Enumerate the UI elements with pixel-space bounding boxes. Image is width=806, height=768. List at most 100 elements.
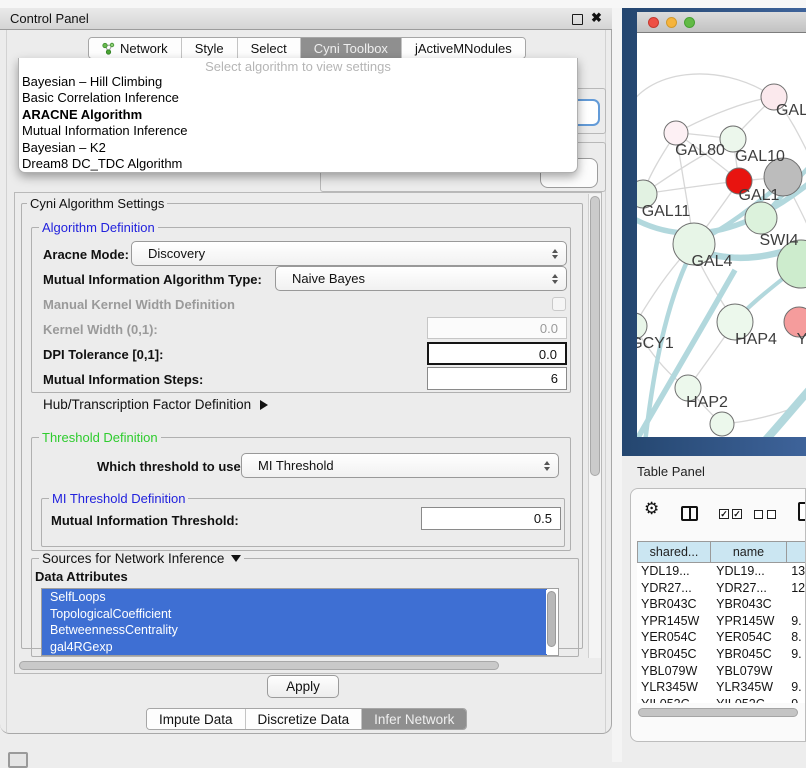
aracne-mode-combo[interactable]: Discovery	[131, 241, 567, 266]
settings-vertical-scrollbar[interactable]	[588, 194, 601, 658]
table-hscrollbar-thumb[interactable]	[638, 708, 798, 717]
table-cell: YBL079W	[710, 663, 785, 680]
tab-label: Impute Data	[159, 712, 233, 727]
which-threshold-value: MI Threshold	[242, 458, 536, 473]
apply-button[interactable]: Apply	[267, 675, 339, 698]
kernel-width-field[interactable]: 0.0	[427, 317, 567, 339]
network-node-label: GAL11	[642, 203, 691, 220]
settings-hscrollbar-thumb[interactable]	[19, 661, 499, 670]
table-cell: YBR045C	[637, 646, 710, 663]
float-window-icon[interactable]	[572, 14, 583, 25]
mi-steps-label: Mutual Information Steps:	[43, 372, 203, 387]
algorithm-option-mutual-information-inference[interactable]: Mutual Information Inference	[19, 123, 577, 139]
mi-type-combo[interactable]: Naive Bayes	[275, 266, 567, 291]
network-node-label: GAL	[776, 102, 806, 119]
which-threshold-combo[interactable]: MI Threshold	[241, 453, 559, 478]
close-icon[interactable]: ✖	[591, 10, 602, 26]
mi-steps-field[interactable]: 6	[427, 367, 567, 390]
network-node-label: GCY1	[637, 335, 674, 352]
cyni-algorithm-settings-label: Cyni Algorithm Settings	[27, 196, 167, 211]
algorithm-definition-label: Algorithm Definition	[39, 220, 158, 235]
combo-stepper-icon[interactable]	[544, 249, 566, 259]
network-edge	[676, 97, 774, 133]
algorithm-dropdown-placeholder: Select algorithm to view settings	[19, 59, 577, 74]
attributes-scrollbar-thumb[interactable]	[547, 591, 556, 647]
table-row[interactable]: YLR345WYLR345W9.	[637, 679, 806, 696]
columns-icon[interactable]	[681, 506, 698, 521]
gear-icon[interactable]: ⚙	[644, 499, 659, 519]
table-row[interactable]: YBR043CYBR043C	[637, 596, 806, 613]
table-row[interactable]: YBR045CYBR045C9.	[637, 646, 806, 663]
table-cell: YLR345W	[710, 679, 785, 696]
hub-definition-expander[interactable]: Hub/Transcription Factor Definition	[43, 397, 268, 412]
network-node-bottom-node[interactable]	[710, 412, 734, 436]
network-graph: GALGAL80GAL10GAL1GAL11SWI4GAL4GCY1HAP4YH…	[637, 33, 806, 437]
tab-discretize-data[interactable]: Discretize Data	[246, 709, 363, 729]
tab-network[interactable]: Network	[89, 38, 182, 58]
table-row[interactable]: YBL079WYBL079W	[637, 663, 806, 680]
table-cell	[785, 596, 806, 613]
table-cell: 8.	[785, 629, 806, 646]
network-node-label: GAL4	[692, 253, 733, 270]
tab-label: Cyni Toolbox	[314, 41, 388, 56]
attribute-item-selfloops[interactable]: SelfLoops	[42, 589, 547, 606]
table-horizontal-scrollbar[interactable]	[637, 707, 806, 719]
table-cell: YER054C	[710, 629, 785, 646]
column-header-cut[interactable]	[787, 541, 806, 563]
close-traffic-light-icon[interactable]	[648, 17, 659, 28]
table-cell: YER054C	[637, 629, 710, 646]
which-threshold-label: Which threshold to use:	[97, 459, 245, 474]
table-row[interactable]: YPR145WYPR145W9.	[637, 613, 806, 630]
zoom-traffic-light-icon[interactable]	[684, 17, 695, 28]
table-cell: YIL052C	[710, 696, 785, 703]
table-row[interactable]: YDL19...YDL19...13	[637, 563, 806, 580]
column-header-name[interactable]: name	[711, 541, 787, 563]
expand-right-icon	[260, 400, 268, 410]
algorithm-option-dream8-dc-tdc-algorithm[interactable]: Dream8 DC_TDC Algorithm	[19, 156, 577, 172]
manual-kernel-checkbox[interactable]	[552, 297, 566, 311]
dpi-tolerance-label: DPI Tolerance [0,1]:	[43, 347, 163, 362]
tab-jactivemnodules[interactable]: jActiveMNodules	[402, 38, 525, 58]
combo-stepper-icon[interactable]	[536, 461, 558, 471]
select-all-checkbox-icon[interactable]: ✓	[719, 509, 729, 519]
table-row[interactable]: YDR27...YDR27...12	[637, 580, 806, 597]
algorithm-dropdown-list: Select algorithm to view settings Bayesi…	[18, 58, 578, 173]
tab-style[interactable]: Style	[182, 38, 238, 58]
tab-label: Infer Network	[374, 712, 454, 727]
minimize-traffic-light-icon[interactable]	[666, 17, 677, 28]
settings-vscrollbar-thumb[interactable]	[590, 196, 600, 476]
column-header-shared[interactable]: shared...	[637, 541, 711, 563]
table-mode-icon[interactable]	[798, 502, 806, 521]
deselect-all-checkbox-icon[interactable]	[754, 510, 763, 519]
table-row[interactable]: YIL052CYIL052C9	[637, 696, 806, 703]
combo-stepper-icon[interactable]	[544, 274, 566, 284]
table-cell: 9.	[785, 613, 806, 630]
attribute-item-gal4rgexp[interactable]: gal4RGexp	[42, 639, 547, 656]
tab-cyni-toolbox[interactable]: Cyni Toolbox	[301, 38, 402, 58]
attributes-scrollbar[interactable]	[546, 590, 557, 654]
minimized-panel-icon[interactable]	[8, 752, 28, 768]
attribute-item-topologicalcoefficient[interactable]: TopologicalCoefficient	[42, 606, 547, 623]
network-node-label: SWI4	[759, 232, 798, 249]
attribute-item-betweennesscentrality[interactable]: BetweennessCentrality	[42, 622, 547, 639]
algorithm-option-basic-correlation-inference[interactable]: Basic Correlation Inference	[19, 90, 577, 106]
kernel-width-label: Kernel Width (0,1):	[43, 322, 158, 337]
settings-horizontal-scrollbar[interactable]	[17, 660, 587, 672]
table-cell: 9.	[785, 679, 806, 696]
tab-infer-network[interactable]: Infer Network	[362, 709, 466, 729]
dpi-tolerance-field[interactable]: 0.0	[427, 342, 567, 365]
table-cell: YBR045C	[710, 646, 785, 663]
tab-impute-data[interactable]: Impute Data	[147, 709, 246, 729]
network-canvas[interactable]: GALGAL80GAL10GAL1GAL11SWI4GAL4GCY1HAP4YH…	[637, 33, 806, 437]
tab-select[interactable]: Select	[238, 38, 301, 58]
algorithm-option-aracne-algorithm[interactable]: ARACNE Algorithm	[19, 107, 577, 123]
sources-group-label[interactable]: Sources for Network Inference	[39, 551, 244, 566]
mi-threshold-field[interactable]: 0.5	[421, 507, 561, 530]
network-node-swi4[interactable]	[745, 202, 777, 234]
algorithm-option-bayesian-k2[interactable]: Bayesian – K2	[19, 140, 577, 156]
algorithm-option-bayesian-hill-climbing[interactable]: Bayesian – Hill Climbing	[19, 74, 577, 90]
deselect-all-checkbox-icon[interactable]	[767, 510, 776, 519]
table-row[interactable]: YER054CYER054C8.	[637, 629, 806, 646]
table-cell: YDL19...	[637, 563, 710, 580]
select-all-checkbox-icon[interactable]: ✓	[732, 509, 742, 519]
